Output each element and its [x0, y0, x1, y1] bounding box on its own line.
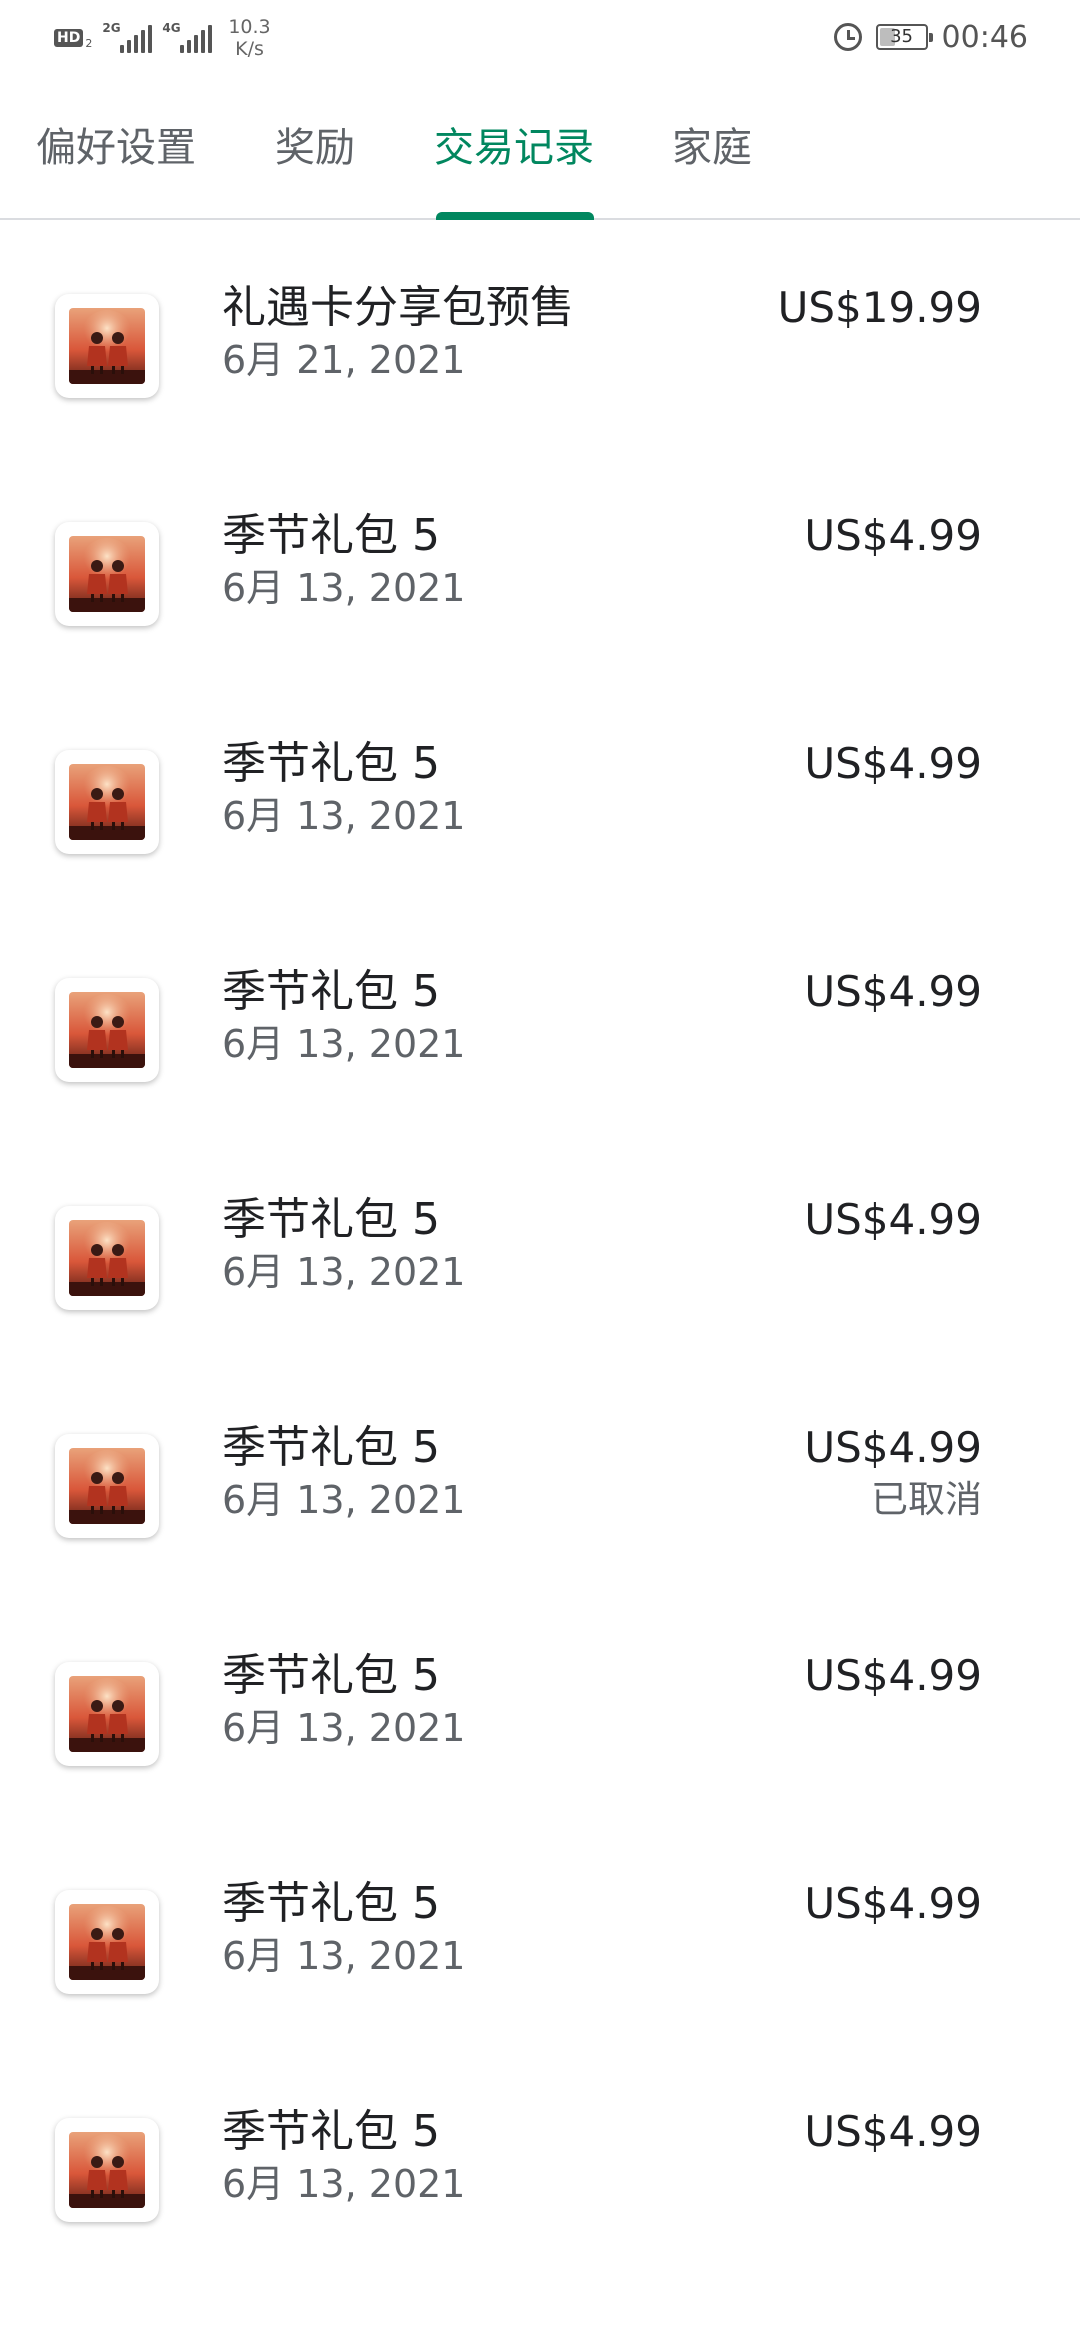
signal-icon-sim1: 2G — [102, 21, 153, 53]
transaction-date: 6月 13, 2021 — [222, 1478, 466, 1522]
status-bar: HD 2 2G 4G 10.3 K/s 35 00:46 — [0, 0, 1080, 78]
status-bar-right: 35 00:46 — [833, 14, 1028, 60]
transaction-row[interactable]: 季节礼包 5 6月 13, 2021 US$4.99 — [0, 678, 1080, 906]
network-speed-unit: K/s — [235, 38, 264, 60]
transaction-price: US$4.99 — [804, 967, 982, 1016]
game-app-icon — [55, 1890, 159, 1994]
transaction-title: 季节礼包 5 — [222, 1194, 440, 1245]
transaction-date: 6月 13, 2021 — [222, 1250, 466, 1294]
game-app-icon — [55, 2118, 159, 2222]
transaction-date: 6月 13, 2021 — [222, 1706, 466, 1750]
signal-icon-sim2: 4G — [162, 21, 213, 53]
hd-sub-label: 2 — [85, 36, 93, 50]
transaction-row[interactable]: 季节礼包 5 6月 13, 2021 US$4.99 — [0, 1590, 1080, 1818]
transaction-date: 6月 21, 2021 — [222, 338, 466, 382]
game-app-icon — [55, 1206, 159, 1310]
transaction-list: 礼遇卡分享包预售 6月 21, 2021 US$19.99 季节礼包 5 6月 13,… — [0, 222, 1080, 2274]
tab-preferences[interactable]: 偏好设置 — [36, 118, 196, 178]
battery-tip — [928, 33, 933, 42]
transaction-row[interactable]: 季节礼包 5 6月 13, 2021 US$4.99 — [0, 1134, 1080, 1362]
battery-level: 35 — [890, 26, 913, 47]
transaction-row[interactable]: 季节礼包 5 6月 13, 2021 US$4.99 — [0, 2046, 1080, 2274]
battery-icon: 35 — [875, 24, 933, 50]
transaction-price: US$4.99 — [804, 1423, 982, 1472]
network-speed: 10.3 K/s — [228, 16, 270, 60]
game-app-icon — [55, 1434, 159, 1538]
game-app-icon — [55, 522, 159, 626]
transaction-date: 6月 13, 2021 — [222, 1934, 466, 1978]
transaction-title: 季节礼包 5 — [222, 510, 440, 561]
transaction-title: 季节礼包 5 — [222, 1422, 440, 1473]
transaction-row[interactable]: 季节礼包 5 6月 13, 2021 US$4.99 — [0, 906, 1080, 1134]
tab-family[interactable]: 家庭 — [672, 118, 752, 178]
transaction-price: US$4.99 — [804, 1879, 982, 1928]
hd-voice-icon: HD — [54, 29, 84, 47]
tab-order-history[interactable]: 交易记录 — [434, 118, 594, 178]
transaction-price: US$4.99 — [804, 739, 982, 788]
transaction-row[interactable]: 季节礼包 5 6月 13, 2021 US$4.99 — [0, 1818, 1080, 2046]
game-app-icon — [55, 978, 159, 1082]
transaction-date: 6月 13, 2021 — [222, 566, 466, 610]
game-app-icon — [55, 750, 159, 854]
sim1-network-label: 2G — [102, 21, 121, 35]
transaction-title: 季节礼包 5 — [222, 2106, 440, 2157]
transaction-title: 季节礼包 5 — [222, 1878, 440, 1929]
transaction-title: 季节礼包 5 — [222, 966, 440, 1017]
transaction-row[interactable]: 季节礼包 5 6月 13, 2021 US$4.99 — [0, 450, 1080, 678]
transaction-title: 礼遇卡分享包预售 — [222, 282, 574, 333]
transaction-status: 已取消 — [871, 1478, 982, 1521]
tab-rewards[interactable]: 奖励 — [275, 118, 355, 178]
transaction-date: 6月 13, 2021 — [222, 1022, 466, 1066]
sim2-network-label: 4G — [162, 21, 181, 35]
status-bar-left: HD 2 2G 4G 10.3 K/s — [54, 12, 271, 64]
transaction-date: 6月 13, 2021 — [222, 2162, 466, 2206]
game-app-icon — [55, 1662, 159, 1766]
transaction-row[interactable]: 季节礼包 5 6月 13, 2021 US$4.99 已取消 — [0, 1362, 1080, 1590]
alarm-icon — [833, 23, 862, 51]
active-tab-indicator — [436, 212, 594, 220]
transaction-row[interactable]: 礼遇卡分享包预售 6月 21, 2021 US$19.99 — [0, 222, 1080, 450]
transaction-price: US$4.99 — [804, 2107, 982, 2156]
transaction-price: US$4.99 — [804, 511, 982, 560]
transaction-title: 季节礼包 5 — [222, 1650, 440, 1701]
tab-bar: 偏好设置 奖励 交易记录 家庭 — [0, 100, 1080, 220]
transaction-date: 6月 13, 2021 — [222, 794, 466, 838]
transaction-price: US$4.99 — [804, 1651, 982, 1700]
transaction-price: US$4.99 — [804, 1195, 982, 1244]
transaction-price: US$19.99 — [777, 283, 982, 332]
transaction-title: 季节礼包 5 — [222, 738, 440, 789]
game-app-icon — [55, 294, 159, 398]
network-speed-value: 10.3 — [228, 16, 271, 38]
clock: 00:46 — [941, 19, 1028, 55]
